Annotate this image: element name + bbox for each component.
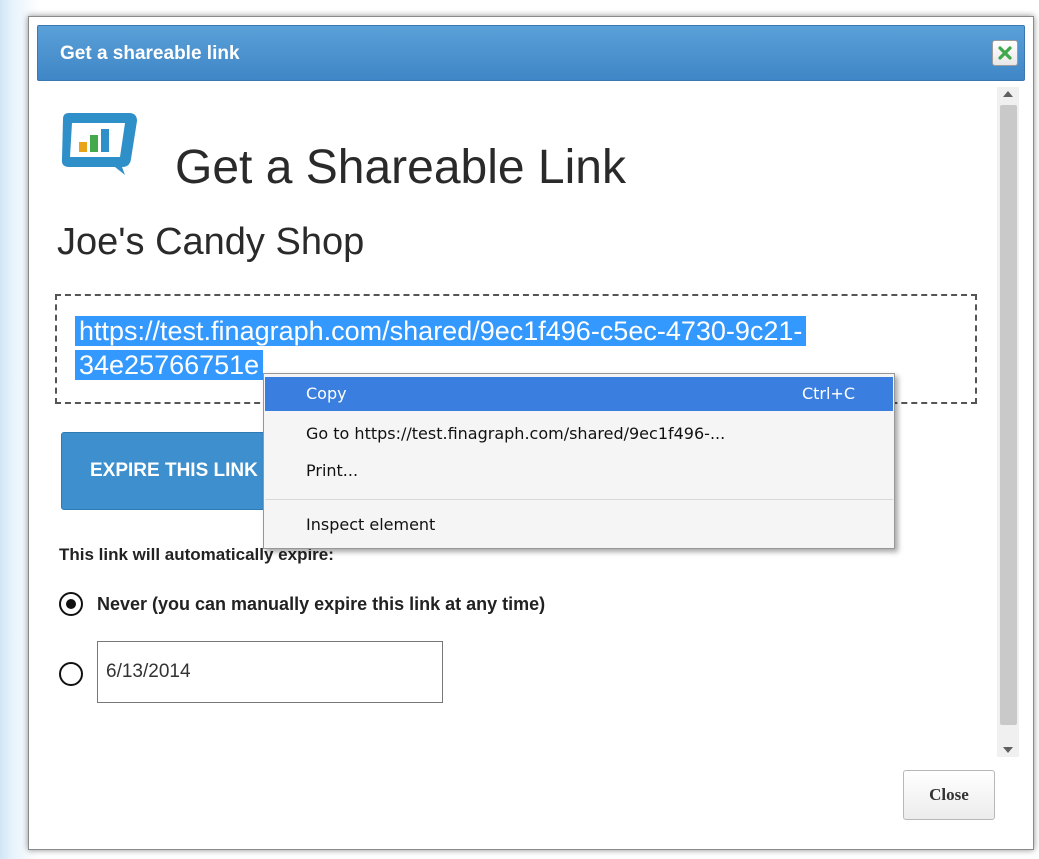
menu-item-print[interactable]: Print... (265, 454, 893, 488)
finagraph-logo-icon (55, 109, 145, 179)
menu-shortcut: Ctrl+C (801, 384, 855, 403)
close-button[interactable]: Close (903, 770, 995, 820)
shareable-link-text[interactable]: https://test.finagraph.com/shared/9ec1f4… (75, 314, 975, 382)
radio-never-checked[interactable] (59, 592, 83, 616)
radio-checked-icon (66, 599, 76, 609)
menu-item-print-label: Print... (306, 461, 359, 480)
scroll-up-arrow-icon[interactable] (1003, 91, 1013, 97)
company-name: Joe's Candy Shop (57, 221, 365, 263)
context-menu: Copy Ctrl+C Go to https://test.finagraph… (263, 373, 895, 549)
close-icon[interactable] (992, 40, 1018, 66)
expire-date-field[interactable] (97, 641, 443, 703)
menu-item-inspect-label: Inspect element (306, 515, 436, 534)
menu-item-copy[interactable]: Copy Ctrl+C (265, 377, 893, 411)
vertical-scrollbar[interactable] (997, 87, 1019, 757)
menu-item-go-to-label: Go to https://test.finagraph.com/shared/… (306, 424, 726, 443)
scrollbar-thumb[interactable] (1000, 105, 1017, 725)
page-title: Get a Shareable Link (175, 141, 626, 194)
selected-link-line-1[interactable]: https://test.finagraph.com/shared/9ec1f4… (75, 316, 807, 346)
never-option-label: Never (you can manually expire this link… (97, 594, 546, 614)
expire-link-button[interactable]: EXPIRE THIS LINK (61, 432, 293, 510)
menu-item-copy-label: Copy (306, 384, 347, 403)
dialog-title: Get a shareable link (60, 43, 240, 64)
menu-separator (265, 499, 893, 500)
selected-link-line-2[interactable]: 34e25766751e (75, 350, 264, 380)
radio-date-unchecked[interactable] (59, 662, 83, 686)
menu-item-go-to[interactable]: Go to https://test.finagraph.com/shared/… (265, 417, 893, 451)
scroll-down-arrow-icon[interactable] (1003, 747, 1013, 753)
dialog-titlebar: Get a shareable link (37, 25, 1025, 81)
menu-item-inspect[interactable]: Inspect element (265, 508, 893, 542)
